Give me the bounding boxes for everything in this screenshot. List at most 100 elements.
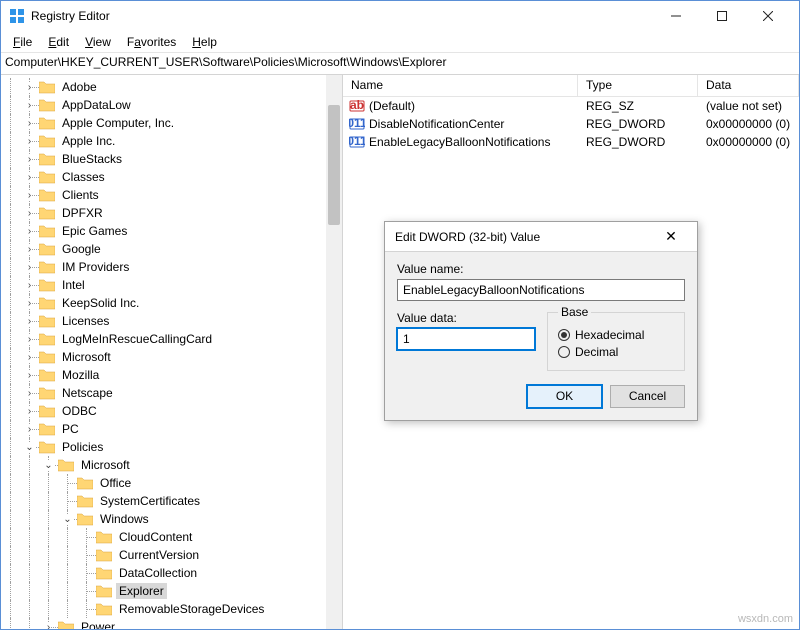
tree-item[interactable]: SystemCertificates: [1, 492, 342, 510]
header-type[interactable]: Type: [578, 75, 698, 96]
dialog-titlebar[interactable]: Edit DWORD (32-bit) Value ✕: [385, 222, 697, 252]
close-button[interactable]: [745, 1, 791, 31]
list-row[interactable]: ab(Default) REG_SZ (value not set): [343, 97, 799, 115]
folder-icon: [39, 368, 55, 382]
cancel-button[interactable]: Cancel: [610, 385, 685, 408]
tree-item[interactable]: ›DPFXR: [1, 204, 342, 222]
tree-label: PC: [59, 421, 82, 437]
tree-item[interactable]: ›Epic Games: [1, 222, 342, 240]
value-name-input[interactable]: [397, 279, 685, 301]
menu-favorites[interactable]: Favorites: [119, 33, 184, 51]
tree-label: Licenses: [59, 313, 112, 329]
tree-item[interactable]: DataCollection: [1, 564, 342, 582]
tree-label: SystemCertificates: [97, 493, 203, 509]
tree-label: RemovableStorageDevices: [116, 601, 267, 617]
folder-icon: [39, 134, 55, 148]
dialog-close-button[interactable]: ✕: [655, 228, 687, 245]
tree-item[interactable]: CurrentVersion: [1, 546, 342, 564]
tree-item[interactable]: ›KeepSolid Inc.: [1, 294, 342, 312]
folder-icon: [96, 566, 112, 580]
tree-item[interactable]: CloudContent: [1, 528, 342, 546]
tree-label: Mozilla: [59, 367, 102, 383]
tree-item[interactable]: ›PC: [1, 420, 342, 438]
folder-icon: [77, 512, 93, 526]
tree-label: Netscape: [59, 385, 116, 401]
tree-item[interactable]: ›Apple Computer, Inc.: [1, 114, 342, 132]
folder-icon: [39, 332, 55, 346]
tree-label: CloudContent: [116, 529, 195, 545]
header-data[interactable]: Data: [698, 75, 799, 96]
base-legend: Base: [558, 305, 591, 319]
folder-icon: [39, 206, 55, 220]
radio-hexadecimal[interactable]: Hexadecimal: [558, 328, 674, 342]
tree-label: DataCollection: [116, 565, 200, 581]
tree-item[interactable]: ›Netscape: [1, 384, 342, 402]
menu-file[interactable]: File: [5, 33, 40, 51]
tree-label: Apple Inc.: [59, 133, 118, 149]
tree-item[interactable]: RemovableStorageDevices: [1, 600, 342, 618]
menu-view[interactable]: View: [77, 33, 119, 51]
tree-item[interactable]: ›Classes: [1, 168, 342, 186]
tree-item[interactable]: Office: [1, 474, 342, 492]
tree-item[interactable]: ›AppDataLow: [1, 96, 342, 114]
tree-label: Clients: [59, 187, 102, 203]
tree-label: CurrentVersion: [116, 547, 202, 563]
list-header[interactable]: Name Type Data: [343, 75, 799, 97]
list-row[interactable]: 011DisableNotificationCenter REG_DWORD 0…: [343, 115, 799, 133]
tree-item[interactable]: ›Mozilla: [1, 366, 342, 384]
ok-button[interactable]: OK: [527, 385, 602, 408]
tree-item[interactable]: ›Adobe: [1, 78, 342, 96]
tree-item[interactable]: ›Microsoft: [1, 348, 342, 366]
menu-edit[interactable]: Edit: [40, 33, 77, 51]
tree-label: Classes: [59, 169, 108, 185]
folder-icon: [39, 242, 55, 256]
folder-icon: [39, 422, 55, 436]
radio-decimal[interactable]: Decimal: [558, 345, 674, 359]
binary-value-icon: 011: [349, 116, 365, 132]
svg-text:011: 011: [349, 134, 365, 148]
folder-icon: [39, 404, 55, 418]
menu-help[interactable]: Help: [184, 33, 225, 51]
folder-icon: [96, 530, 112, 544]
tree-item[interactable]: ›LogMeInRescueCallingCard: [1, 330, 342, 348]
list-row[interactable]: 011EnableLegacyBalloonNotifications REG_…: [343, 133, 799, 151]
folder-icon: [39, 314, 55, 328]
tree-item[interactable]: ›IM Providers: [1, 258, 342, 276]
minimize-button[interactable]: [653, 1, 699, 31]
tree-label: Microsoft: [78, 457, 133, 473]
address-bar[interactable]: Computer\HKEY_CURRENT_USER\Software\Poli…: [1, 53, 799, 75]
folder-icon: [77, 476, 93, 490]
tree-label: LogMeInRescueCallingCard: [59, 331, 215, 347]
value-data-input[interactable]: [397, 328, 535, 350]
tree-item[interactable]: ⌄Policies: [1, 438, 342, 456]
folder-icon: [96, 584, 112, 598]
tree-item[interactable]: ›Google: [1, 240, 342, 258]
folder-icon: [39, 296, 55, 310]
tree-label: KeepSolid Inc.: [59, 295, 142, 311]
tree-label: Intel: [59, 277, 88, 293]
maximize-button[interactable]: [699, 1, 745, 31]
tree-label: Explorer: [116, 583, 167, 599]
tree-item[interactable]: ›Power: [1, 618, 342, 629]
tree-item[interactable]: Explorer: [1, 582, 342, 600]
tree-scrollbar[interactable]: [326, 75, 342, 629]
tree-item[interactable]: ⌄Microsoft: [1, 456, 342, 474]
tree-item[interactable]: ⌄Windows: [1, 510, 342, 528]
tree-item[interactable]: ›BlueStacks: [1, 150, 342, 168]
tree-view[interactable]: ›Adobe›AppDataLow›Apple Computer, Inc.›A…: [1, 75, 343, 629]
menubar: File Edit View Favorites Help: [1, 31, 799, 53]
tree-item[interactable]: ›Apple Inc.: [1, 132, 342, 150]
tree-item[interactable]: ›ODBC: [1, 402, 342, 420]
folder-icon: [39, 98, 55, 112]
value-name-label: Value name:: [397, 262, 685, 276]
header-name[interactable]: Name: [343, 75, 578, 96]
tree-item[interactable]: ›Intel: [1, 276, 342, 294]
tree-label: ODBC: [59, 403, 100, 419]
folder-icon: [96, 602, 112, 616]
tree-item[interactable]: ›Clients: [1, 186, 342, 204]
folder-icon: [96, 548, 112, 562]
tree-item[interactable]: ›Licenses: [1, 312, 342, 330]
tree-label: Microsoft: [59, 349, 114, 365]
binary-value-icon: 011: [349, 134, 365, 150]
tree-label: Apple Computer, Inc.: [59, 115, 177, 131]
